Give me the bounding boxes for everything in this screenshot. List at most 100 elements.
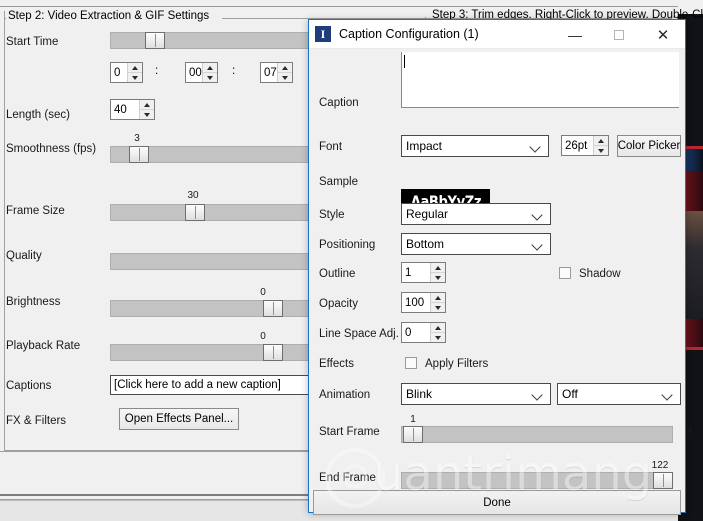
slider-thumb[interactable]: [145, 32, 165, 49]
text-caret: [404, 55, 405, 68]
caption-configuration-dialog: I Caption Configuration (1) — ✕ Caption …: [308, 19, 687, 515]
stepper-buttons[interactable]: [430, 323, 445, 342]
close-icon[interactable]: ✕: [641, 20, 685, 49]
stepper-buttons[interactable]: [430, 293, 445, 312]
slider-smoothness-fps[interactable]: [110, 146, 309, 163]
color-picker-button[interactable]: Color Picker: [617, 135, 681, 157]
stepper-down[interactable]: [128, 73, 142, 82]
label-positioning: Positioning: [319, 239, 376, 251]
label-effects: Effects: [319, 358, 354, 370]
value-start-frame: 1: [410, 414, 416, 425]
chevron-down-icon: [663, 391, 672, 396]
stepper-buttons[interactable]: [430, 263, 445, 282]
slider-thumb[interactable]: [185, 204, 205, 221]
style-select[interactable]: Regular: [401, 203, 551, 225]
stepper-down[interactable]: [278, 73, 292, 82]
slider-thumb[interactable]: [403, 426, 423, 443]
stepper-down[interactable]: [431, 303, 445, 312]
slider-frame-size[interactable]: [110, 204, 309, 221]
slider-start-time[interactable]: [110, 32, 309, 49]
label-end-frame: End Frame: [319, 472, 376, 484]
label-opacity: Opacity: [319, 298, 358, 310]
apply-filters-checkbox[interactable]: [405, 357, 417, 369]
app-icon: I: [315, 26, 331, 42]
stepper-up[interactable]: [278, 63, 292, 73]
slider-thumb[interactable]: [263, 300, 283, 317]
stepper-up[interactable]: [431, 263, 445, 273]
start-time-hours-stepper[interactable]: 0: [110, 62, 143, 83]
caption-textarea[interactable]: [401, 52, 679, 108]
captions-input[interactable]: [Click here to add a new caption]: [110, 375, 309, 395]
stepper-up[interactable]: [431, 323, 445, 333]
stepper-down[interactable]: [431, 273, 445, 282]
label-frame-size: Frame Size: [6, 205, 65, 217]
label-start-frame: Start Frame: [319, 426, 380, 438]
line-space-adj-stepper[interactable]: 0: [401, 322, 446, 343]
slider-quality[interactable]: [110, 253, 309, 270]
stepper-up[interactable]: [594, 136, 608, 146]
font-size-stepper[interactable]: 26pt: [561, 135, 609, 156]
stepper-value: 1: [405, 266, 412, 279]
dialog-body: Caption Font Impact 26pt Color Picker Sa…: [309, 49, 687, 515]
label-apply-filters: Apply Filters: [425, 358, 489, 370]
stepper-value: 0: [405, 326, 412, 339]
animation-select-value: Blink: [406, 387, 433, 401]
stepper-down[interactable]: [431, 333, 445, 342]
dialog-titlebar[interactable]: I Caption Configuration (1) — ✕: [309, 20, 685, 49]
stepper-down[interactable]: [140, 110, 154, 119]
chevron-down-icon: [533, 241, 542, 246]
window-controls: — ✕: [553, 20, 685, 49]
font-select[interactable]: Impact: [401, 135, 549, 157]
label-playback-rate: Playback Rate: [6, 340, 81, 352]
slider-thumb[interactable]: [129, 146, 149, 163]
stepper-buttons[interactable]: [593, 136, 608, 155]
stepper-buttons[interactable]: [127, 63, 142, 82]
stepper-up[interactable]: [203, 63, 217, 73]
shadow-checkbox[interactable]: [559, 267, 571, 279]
label-quality: Quality: [6, 250, 42, 262]
stepper-up[interactable]: [140, 100, 154, 110]
outline-stepper[interactable]: 1: [401, 262, 446, 283]
stepper-up[interactable]: [431, 293, 445, 303]
opacity-stepper[interactable]: 100: [401, 292, 446, 313]
animation-mode-select[interactable]: Off: [557, 383, 681, 405]
slider-brightness[interactable]: [110, 300, 309, 317]
slider-thumb[interactable]: [263, 344, 283, 361]
stepper-value: 07: [264, 66, 277, 79]
stepper-value: 40: [114, 103, 127, 116]
open-effects-panel-button[interactable]: Open Effects Panel...: [119, 408, 239, 430]
stepper-value: 0: [114, 66, 121, 79]
label-captions: Captions: [6, 380, 52, 392]
stepper-value: 26pt: [565, 139, 588, 152]
stepper-buttons[interactable]: [139, 100, 154, 119]
start-time-minutes-stepper[interactable]: 00: [185, 62, 218, 83]
positioning-select[interactable]: Bottom: [401, 233, 551, 255]
stepper-value: 100: [405, 296, 425, 309]
font-select-value: Impact: [406, 139, 443, 153]
start-time-seconds-stepper[interactable]: 07: [260, 62, 293, 83]
done-button[interactable]: Done: [313, 490, 681, 515]
stepper-up[interactable]: [128, 63, 142, 73]
chevron-down-icon: [533, 211, 542, 216]
style-select-value: Regular: [406, 207, 449, 221]
value-end-frame: 122: [651, 460, 669, 471]
stepper-down[interactable]: [594, 146, 608, 155]
slider-playback-rate[interactable]: [110, 344, 309, 361]
label-animation: Animation: [319, 389, 371, 401]
value-playback-rate: 0: [260, 331, 266, 342]
animation-select[interactable]: Blink: [401, 383, 551, 405]
minimize-icon[interactable]: —: [553, 20, 597, 49]
stepper-buttons[interactable]: [202, 63, 217, 82]
screen: Step 2: Video Extraction & GIF Settings …: [0, 0, 703, 521]
label-outline: Outline: [319, 268, 356, 280]
slider-start-frame[interactable]: [401, 426, 673, 443]
label-style: Style: [319, 209, 345, 221]
maximize-icon[interactable]: [597, 20, 641, 49]
stepper-buttons[interactable]: [277, 63, 292, 82]
step2-group-title: Step 2: Video Extraction & GIF Settings: [6, 10, 214, 22]
slider-thumb[interactable]: [653, 472, 673, 489]
stepper-down[interactable]: [203, 73, 217, 82]
length-sec-stepper[interactable]: 40: [110, 99, 155, 120]
slider-end-frame[interactable]: [401, 472, 673, 489]
label-sample: Sample: [319, 176, 358, 188]
